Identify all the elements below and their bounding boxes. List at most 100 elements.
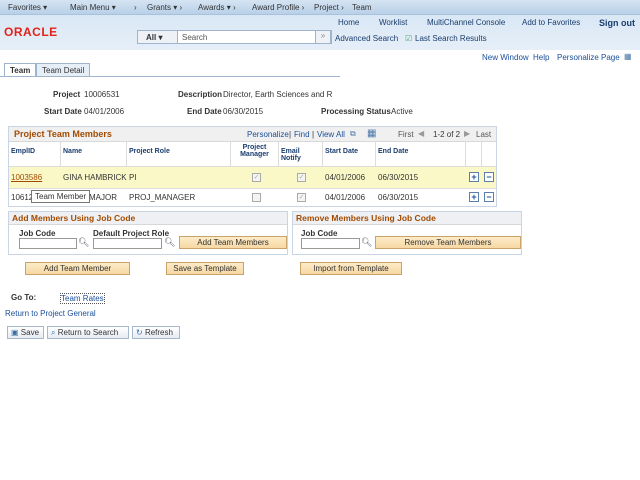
crumb-label: Project <box>314 3 339 12</box>
refresh-button[interactable]: ↻ Refresh <box>132 326 180 339</box>
status-value: Active <box>391 107 413 116</box>
end-date-value: 06/30/2015 <box>223 107 264 116</box>
download-icon[interactable]: ▦ <box>367 128 376 139</box>
breadcrumb-awards[interactable]: Awards ▾ › <box>198 3 236 12</box>
delete-row-icon[interactable]: − <box>484 172 494 182</box>
return-search-icon: ⌕ <box>51 328 56 337</box>
team-rates-link[interactable]: Team Rates <box>60 293 105 304</box>
prev-icon[interactable]: ◀ <box>418 129 424 138</box>
emplid-link[interactable]: 1003586 <box>11 173 42 182</box>
start-date-label: Start Date <box>44 107 82 116</box>
project-manager-checkbox[interactable] <box>252 193 261 202</box>
search-input[interactable]: Search <box>182 33 207 42</box>
add-row-icon[interactable]: + <box>469 172 479 182</box>
col-name: Name <box>61 142 127 166</box>
sep: › <box>134 3 137 12</box>
save-icon: ▣ <box>11 328 19 337</box>
find-link[interactable]: Find <box>294 130 310 139</box>
add-team-members-button[interactable]: Add Team Members <box>179 236 287 249</box>
team-members-grid: Project Team Members Personalize | Find … <box>8 126 497 207</box>
personalize-link[interactable]: Personalize <box>247 130 289 139</box>
add-team-member-button[interactable]: Add Team Member <box>25 262 130 275</box>
col-project-manager: Project Manager <box>231 142 279 166</box>
next-icon[interactable]: ▶ <box>464 129 470 138</box>
page-grid-icon[interactable]: ▦ <box>624 52 632 61</box>
add-favorites-link[interactable]: Add to Favorites <box>522 18 580 27</box>
breadcrumb-award-profile[interactable]: Award Profile › <box>252 3 304 12</box>
main-menu-label: Main Menu <box>70 3 110 12</box>
main-menu[interactable]: Main Menu ▾ <box>70 3 116 12</box>
end-date-cell: 06/30/2015 <box>378 173 419 182</box>
crumb-label: Awards <box>198 3 225 12</box>
job-code-input[interactable] <box>19 238 77 249</box>
project-label: Project <box>53 90 81 99</box>
col-email-notify: Email Notify <box>279 142 323 166</box>
save-as-template-button[interactable]: Save as Template <box>166 262 244 275</box>
job-code-label: Job Code <box>19 229 56 238</box>
scope-label: All <box>146 33 157 42</box>
email-notify-checkbox[interactable]: ✓ <box>297 193 306 202</box>
import-template-button[interactable]: Import from Template <box>300 262 402 275</box>
return-to-search-button[interactable]: ⌕ Return to Search <box>47 326 129 339</box>
tab-team-detail[interactable]: Team Detail <box>36 63 91 77</box>
search-go-icon[interactable]: » <box>315 30 331 44</box>
personalize-page-link[interactable]: Personalize Page <box>557 53 620 62</box>
home-link[interactable]: Home <box>338 18 359 27</box>
multichannel-link[interactable]: MultiChannel Console <box>427 18 505 27</box>
job-code-label: Job Code <box>301 229 338 238</box>
first-link[interactable]: First <box>398 130 414 139</box>
help-link[interactable]: Help <box>533 53 549 62</box>
new-window-icon[interactable]: ⧉ <box>350 129 356 139</box>
project-value: 10006531 <box>84 90 120 99</box>
goto-label: Go To: <box>11 293 37 302</box>
remove-members-box: Remove Members Using Job Code Job Code 🔍… <box>292 211 522 255</box>
delete-row-icon[interactable]: − <box>484 192 494 202</box>
default-role-label: Default Project Role <box>93 229 170 238</box>
remove-team-members-button[interactable]: Remove Team Members <box>375 236 521 249</box>
crumb-label: Award Profile <box>252 3 300 12</box>
advanced-search-link[interactable]: Advanced Search <box>335 34 398 43</box>
save-button[interactable]: ▣ Save <box>7 326 44 339</box>
worklist-link[interactable]: Worklist <box>379 18 407 27</box>
default-role-input[interactable] <box>93 238 162 249</box>
tab-team[interactable]: Team <box>4 63 37 77</box>
breadcrumb-team[interactable]: Team <box>352 3 372 12</box>
end-date-cell: 06/30/2015 <box>378 193 419 202</box>
col-delete <box>482 142 496 166</box>
end-date-label: End Date <box>187 107 222 116</box>
save-label: Save <box>20 328 40 337</box>
view-all-link[interactable]: View All <box>317 130 345 139</box>
role-cell: PROJ_MANAGER <box>129 193 196 202</box>
name-cell: GINA HAMBRICK <box>63 173 127 182</box>
email-notify-checkbox[interactable]: ✓ <box>297 173 306 182</box>
last-search-link[interactable]: Last Search Results <box>415 34 487 43</box>
breadcrumb-project[interactable]: Project › <box>314 3 344 12</box>
lookup-icon[interactable]: 🔍︎ <box>78 237 89 248</box>
col-end-date: End Date <box>376 142 466 166</box>
refresh-label: Refresh <box>144 328 173 337</box>
add-row-icon[interactable]: + <box>469 192 479 202</box>
description-value: Director, Earth Sciences and R <box>223 90 333 99</box>
return-project-general-link[interactable]: Return to Project General <box>5 309 96 318</box>
lookup-icon[interactable]: 🔍︎ <box>164 237 175 248</box>
last-link[interactable]: Last <box>476 130 491 139</box>
add-members-box: Add Members Using Job Code Job Code 🔍︎ D… <box>8 211 288 255</box>
search-scope-select[interactable]: All ▾ <box>138 31 178 43</box>
new-window-link[interactable]: New Window <box>482 53 529 62</box>
refresh-icon: ↻ <box>136 328 143 337</box>
favorites-menu[interactable]: Favorites ▾ <box>8 3 47 12</box>
table-row: 1003586 GINA HAMBRICK PI ✓ ✓ 04/01/2006 … <box>9 166 496 188</box>
start-date-value: 04/01/2006 <box>84 107 125 116</box>
top-nav: Favorites ▾ Main Menu ▾ › Grants ▾ › Awa… <box>0 0 640 15</box>
sign-out-link[interactable]: Sign out <box>599 18 635 28</box>
breadcrumb-grants[interactable]: Grants ▾ › <box>147 3 182 12</box>
lookup-icon[interactable]: 🔍︎ <box>361 237 372 248</box>
tooltip: Team Member <box>31 190 91 203</box>
grid-title: Project Team Members <box>14 129 112 139</box>
col-start-date: Start Date <box>323 142 376 166</box>
grid-header: Project Team Members Personalize | Find … <box>9 127 496 142</box>
start-date-cell: 04/01/2006 <box>325 193 366 202</box>
remove-job-code-input[interactable] <box>301 238 360 249</box>
project-manager-checkbox[interactable]: ✓ <box>252 173 261 182</box>
search-results-icon: ☑ <box>405 34 413 43</box>
